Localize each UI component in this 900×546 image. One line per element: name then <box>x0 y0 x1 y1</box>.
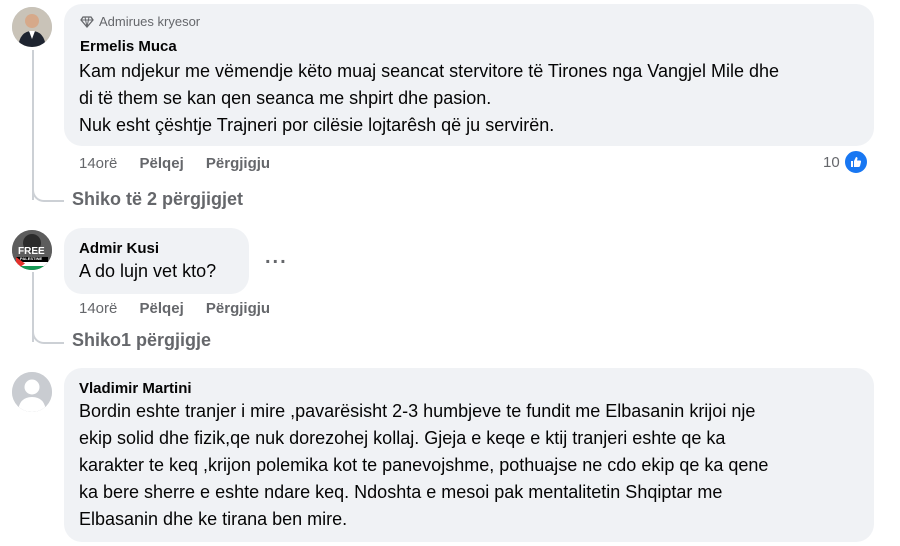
comment-line: Elbasanin dhe ke tirana ben mire. <box>79 509 348 529</box>
thread-connector <box>32 180 64 202</box>
comment-line: ka bere sherre e eshte ndare keq. Ndosht… <box>79 482 723 502</box>
comment-text: A do lujn vet kto? <box>79 258 216 285</box>
thread-connector <box>32 322 64 344</box>
avatar-subtext: PALESTINE <box>20 256 43 261</box>
commenter-name[interactable]: Vladimir Martini <box>79 380 192 397</box>
reply-button[interactable]: Përgjigju <box>206 155 270 172</box>
comment-line: ekip solid dhe fizik,qe nuk dorezohej ko… <box>79 428 726 448</box>
comment-actions: 14orë Pëlqej Përgjigju <box>79 155 288 172</box>
comment-text: Bordin eshte tranjer i mire ,pavarësisht… <box>79 398 768 533</box>
thread-line <box>32 50 34 200</box>
timestamp[interactable]: 14orë <box>79 155 117 172</box>
avatar[interactable] <box>12 372 52 412</box>
badge-label: Admirues kryesor <box>99 14 201 29</box>
top-fan-badge: Admirues kryesor <box>80 14 200 29</box>
avatar[interactable]: FREE PALESTINE <box>12 230 52 270</box>
comment-actions: 14orë Pëlqej Përgjigju <box>79 300 288 317</box>
view-replies-link[interactable]: Shiko të 2 përgjigjet <box>72 189 243 210</box>
diamond-icon <box>80 15 94 28</box>
like-button[interactable]: Pëlqej <box>140 155 184 172</box>
reply-button[interactable]: Përgjigju <box>206 300 270 317</box>
reaction-count[interactable]: 10 <box>823 149 869 175</box>
avatar[interactable] <box>12 7 52 47</box>
like-button[interactable]: Pëlqej <box>140 300 184 317</box>
comment-line: karakter te keq ,krijon polemika kot te … <box>79 455 769 475</box>
comment-text: Kam ndjekur me vëmendje këto muaj seanca… <box>79 58 779 139</box>
default-user-icon <box>12 372 52 412</box>
view-replies-link[interactable]: Shiko1 përgjigje <box>72 330 211 351</box>
like-count: 10 <box>823 153 840 171</box>
comment-line: di të them se kan qen seanca me shpirt d… <box>79 88 492 108</box>
timestamp[interactable]: 14orë <box>79 300 117 317</box>
comment-line: Bordin eshte tranjer i mire ,pavarësisht… <box>79 401 756 421</box>
thumbs-up-icon <box>842 149 869 175</box>
comment-line: A do lujn vet kto? <box>79 261 217 281</box>
more-options-button[interactable]: ... <box>265 246 288 269</box>
comment-line: Kam ndjekur me vëmendje këto muaj seanca… <box>79 61 780 81</box>
user-photo-icon <box>12 7 52 47</box>
comment-line: Nuk esht çështje Trajneri por cilësie lo… <box>79 115 555 135</box>
commenter-name[interactable]: Admir Kusi <box>79 240 159 257</box>
commenter-name[interactable]: Ermelis Muca <box>80 38 177 55</box>
